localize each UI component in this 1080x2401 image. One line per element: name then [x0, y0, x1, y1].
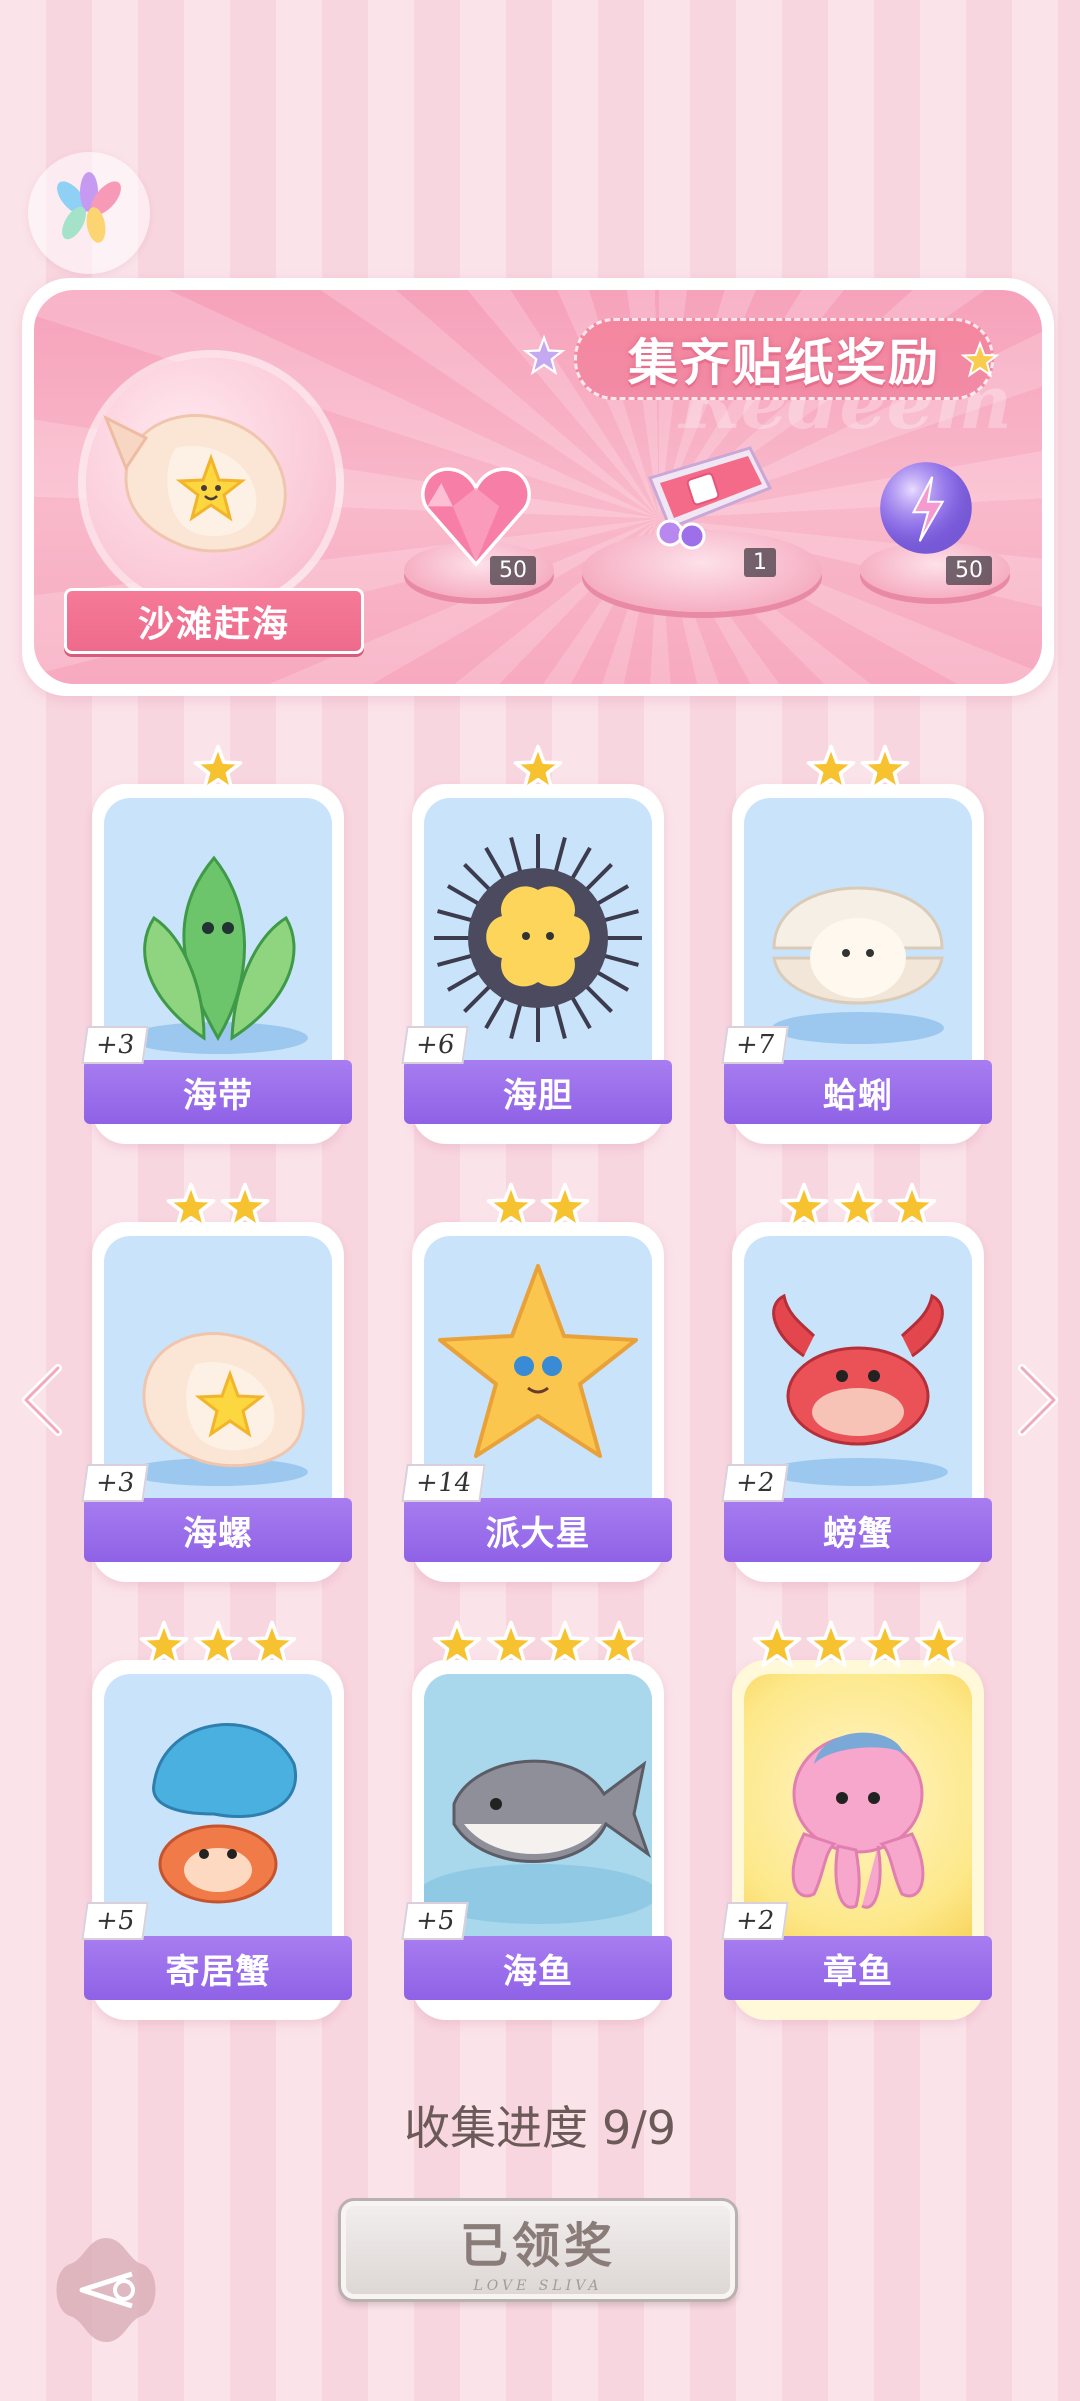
star-rating — [412, 1180, 664, 1234]
heart-gem-icon — [421, 467, 531, 567]
star-icon — [193, 1620, 243, 1668]
sticker-card[interactable]: 寄居蟹 +5 — [81, 1620, 352, 2020]
sticker-count: +5 — [81, 1902, 149, 1940]
banner-title-plate: 集齐贴纸奖励 — [574, 318, 994, 400]
reward-count: 50 — [490, 556, 536, 585]
star-rating — [92, 1618, 344, 1672]
sticker-count: +14 — [401, 1464, 486, 1502]
conch-shell-icon — [103, 414, 287, 553]
star-icon — [779, 1182, 829, 1230]
star-icon — [486, 1620, 536, 1668]
sticker-card[interactable]: 派大星 +14 — [401, 1182, 672, 1582]
claim-button-label: 已领奖 — [459, 2218, 616, 2274]
star-icon — [752, 1620, 802, 1668]
star-icon — [166, 1182, 216, 1230]
reward-banner: Redeem 集齐贴纸奖励 沙滩赶海 50 1 50 — [22, 278, 1054, 696]
collection-progress: 收集进度 9/9 — [0, 2092, 1080, 2158]
star-icon — [513, 744, 563, 792]
sticker-name: 海带 — [84, 1060, 352, 1124]
star-icon — [914, 1620, 964, 1668]
star-icon — [860, 744, 910, 792]
star-icon — [247, 1620, 297, 1668]
star-icon — [806, 744, 856, 792]
sticker-count: +5 — [401, 1902, 469, 1940]
progress-value: 9/9 — [601, 2101, 677, 2155]
theme-shell-bubble — [86, 358, 336, 608]
sticker-card[interactable]: 海胆 +6 — [401, 744, 672, 1144]
sticker-name: 章鱼 — [724, 1936, 992, 2000]
star-rating — [732, 742, 984, 796]
sticker-card[interactable]: 蛤蜊 +7 — [721, 744, 992, 1144]
app-logo-button[interactable] — [28, 152, 150, 274]
progress-label: 收集进度 — [403, 2101, 588, 2155]
star-icon — [486, 1182, 536, 1230]
star-icon — [860, 1620, 910, 1668]
star-icon — [806, 1620, 856, 1668]
theme-name-ribbon: 沙滩赶海 — [64, 588, 364, 654]
gift-pack-icon — [647, 446, 773, 550]
star-icon — [594, 1620, 644, 1668]
sticker-card[interactable]: 螃蟹 +2 — [721, 1182, 992, 1582]
sticker-name: 海螺 — [84, 1498, 352, 1562]
gold-star-icon — [960, 340, 1000, 378]
star-rating — [92, 1180, 344, 1234]
star-icon — [887, 1182, 937, 1230]
star-rating — [92, 742, 344, 796]
reward-count: 1 — [744, 548, 776, 577]
sticker-card[interactable]: 海带 +3 — [81, 744, 352, 1144]
sticker-name: 海鱼 — [404, 1936, 672, 2000]
sticker-count: +3 — [81, 1026, 149, 1064]
star-icon — [193, 744, 243, 792]
sticker-card[interactable]: 海螺 +3 — [81, 1182, 352, 1582]
purple-star-icon — [522, 334, 566, 376]
star-rating — [732, 1180, 984, 1234]
reward-count: 50 — [946, 556, 992, 585]
star-rating — [732, 1618, 984, 1672]
sticker-name: 派大星 — [404, 1498, 672, 1562]
banner-title: 集齐贴纸奖励 — [628, 334, 940, 392]
star-icon — [432, 1620, 482, 1668]
sticker-count: +2 — [721, 1902, 789, 1940]
petal-logo-icon — [57, 172, 121, 243]
sticker-name: 螃蟹 — [724, 1498, 992, 1562]
star-icon — [540, 1182, 590, 1230]
sticker-count: +7 — [721, 1026, 789, 1064]
sticker-count: +3 — [81, 1464, 149, 1502]
theme-name: 沙滩赶海 — [137, 604, 290, 645]
star-icon — [540, 1620, 590, 1668]
claim-button-subtext: LOVE SLIVA — [473, 2278, 603, 2294]
lightning-orb-icon — [880, 462, 972, 554]
previous-page-arrow-icon[interactable] — [14, 1360, 74, 1440]
sticker-name: 海胆 — [404, 1060, 672, 1124]
sticker-card[interactable]: 章鱼 +2 — [721, 1620, 992, 2020]
sticker-name: 蛤蜊 — [724, 1060, 992, 1124]
star-icon — [833, 1182, 883, 1230]
back-arrow-icon[interactable] — [46, 2230, 166, 2350]
star-rating — [412, 742, 664, 796]
next-page-arrow-icon[interactable] — [1006, 1360, 1066, 1440]
star-icon — [220, 1182, 270, 1230]
sticker-count: +2 — [721, 1464, 789, 1502]
star-icon — [139, 1620, 189, 1668]
sticker-name: 寄居蟹 — [84, 1936, 352, 2000]
star-rating — [412, 1618, 664, 1672]
sticker-count: +6 — [401, 1026, 469, 1064]
sticker-card[interactable]: 海鱼 +5 — [401, 1620, 672, 2020]
claimed-reward-button[interactable]: 已领奖 LOVE SLIVA — [338, 2198, 738, 2302]
